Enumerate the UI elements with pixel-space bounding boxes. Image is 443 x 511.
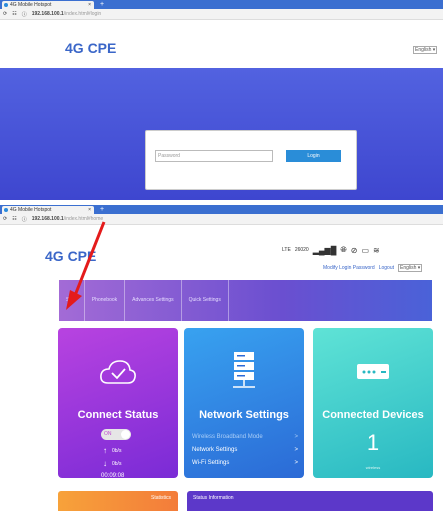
tab-title: 4G Mobile Hotspot — [10, 2, 52, 8]
new-tab-button[interactable]: + — [100, 206, 104, 214]
device-count: 1 — [366, 430, 380, 455]
tab-close-icon[interactable]: × — [88, 2, 91, 8]
connection-toggle[interactable]: ON — [101, 429, 131, 440]
toggle-label: ON — [104, 431, 112, 437]
globe-icon: 🌐︎ — [340, 245, 347, 254]
list-item-wireless-broadband[interactable]: Wireless Broadband Mode > — [192, 430, 298, 443]
download-arrow-icon: ↓ — [103, 459, 107, 468]
upload-arrow-icon: ↑ — [103, 446, 107, 455]
network-type: LTE — [282, 247, 291, 253]
chevron-right-icon: > — [294, 446, 298, 453]
signal-icon: ▂▄▆█ — [312, 245, 337, 255]
server-icon — [233, 352, 255, 388]
login-screenshot: 4G Mobile Hotspot × + ⟳ ☷ ⓘ 192.168.100.… — [0, 0, 443, 200]
top-menu: SMS Phonebook Advances Settings Quick Se… — [59, 280, 432, 321]
red-arrow-annotation — [66, 221, 106, 310]
info-icon[interactable]: ⓘ — [22, 216, 27, 223]
list-item-wifi-settings[interactable]: Wi-Fi Settings > — [192, 456, 298, 469]
header-links: Modify Login Password Logout English ▾ — [323, 264, 423, 272]
language-select[interactable]: English ▾ — [398, 264, 423, 272]
download-rate: ↓ 0b/s — [103, 459, 121, 468]
battery-icon: ▭ — [361, 245, 370, 255]
logout-link[interactable]: Logout — [379, 265, 394, 271]
connection-time: 00:09:08 — [101, 473, 125, 479]
wifi-disabled-icon: ⊘ — [350, 245, 358, 255]
upload-value: 0b/s — [112, 447, 122, 454]
connect-status-card[interactable]: Connect Status ON ↑ 0b/s ↓ 0b/s 00:09:08 — [58, 328, 178, 479]
apps-icon[interactable]: ☷ — [12, 216, 16, 222]
device-type-label: wireless — [365, 465, 381, 470]
status-information-panel-header[interactable]: Status Information — [187, 491, 433, 511]
modify-password-link[interactable]: Modify Login Password — [323, 265, 375, 271]
language-select[interactable]: English ▾ — [413, 46, 438, 54]
network-settings-title: Network Settings — [199, 409, 289, 421]
favicon-icon — [4, 208, 8, 212]
password-input[interactable]: Password — [155, 150, 273, 162]
router-icon — [357, 364, 389, 379]
cloud-check-icon — [100, 360, 136, 384]
statistics-panel-header[interactable]: Statistics — [58, 491, 178, 511]
network-settings-card[interactable]: Network Settings Wireless Broadband Mode… — [184, 328, 304, 478]
url-text[interactable]: 192.168.100.1/index.html#login — [32, 11, 102, 17]
tab-title: 4G Mobile Hotspot — [10, 207, 52, 213]
browser-tab-bar: 4G Mobile Hotspot × + — [0, 0, 443, 9]
page-header: 4G CPE English ▾ — [0, 20, 443, 68]
new-tab-button[interactable]: + — [100, 1, 104, 9]
apps-icon[interactable]: ☷ — [12, 11, 16, 17]
login-button[interactable]: Login — [286, 150, 341, 162]
browser-tab-bar: 4G Mobile Hotspot × + — [0, 205, 443, 214]
reload-icon[interactable]: ⟳ — [3, 11, 7, 17]
connected-devices-card[interactable]: Connected Devices 1 wireless — [313, 328, 433, 478]
logo: 4G CPE — [65, 40, 117, 56]
chevron-right-icon: > — [294, 433, 298, 440]
download-value: 0b/s — [112, 460, 122, 467]
connected-devices-title: Connected Devices — [322, 409, 424, 421]
login-hero: Password Login — [0, 68, 443, 200]
upload-rate: ↑ 0b/s — [103, 446, 121, 455]
favicon-icon — [4, 3, 8, 7]
list-item-network-settings[interactable]: Network Settings > — [192, 443, 298, 456]
toggle-knob — [121, 430, 130, 439]
login-box: Password Login — [145, 130, 357, 190]
info-icon[interactable]: ⓘ — [22, 11, 27, 18]
network-settings-list: Wireless Broadband Mode > Network Setting… — [192, 430, 298, 469]
browser-tab[interactable]: 4G Mobile Hotspot × — [2, 1, 94, 9]
address-bar[interactable]: ⟳ ☷ ⓘ 192.168.100.1/index.html#login — [0, 9, 443, 20]
connect-status-title: Connect Status — [77, 409, 159, 421]
menu-item-advanced-settings[interactable]: Advances Settings — [125, 280, 182, 321]
chevron-right-icon: > — [294, 459, 298, 466]
reload-icon[interactable]: ⟳ — [3, 216, 7, 222]
operator-code: 26020 — [294, 247, 309, 253]
menu-item-quick-settings[interactable]: Quick Settings — [182, 280, 229, 321]
browser-tab[interactable]: 4G Mobile Hotspot × — [2, 206, 94, 214]
tab-close-icon[interactable]: × — [88, 207, 91, 213]
wifi-icon: ≋ — [373, 245, 380, 255]
status-bar: LTE 26020 ▂▄▆█ 🌐︎ ⊘ ▭ ≋ — [282, 245, 380, 255]
